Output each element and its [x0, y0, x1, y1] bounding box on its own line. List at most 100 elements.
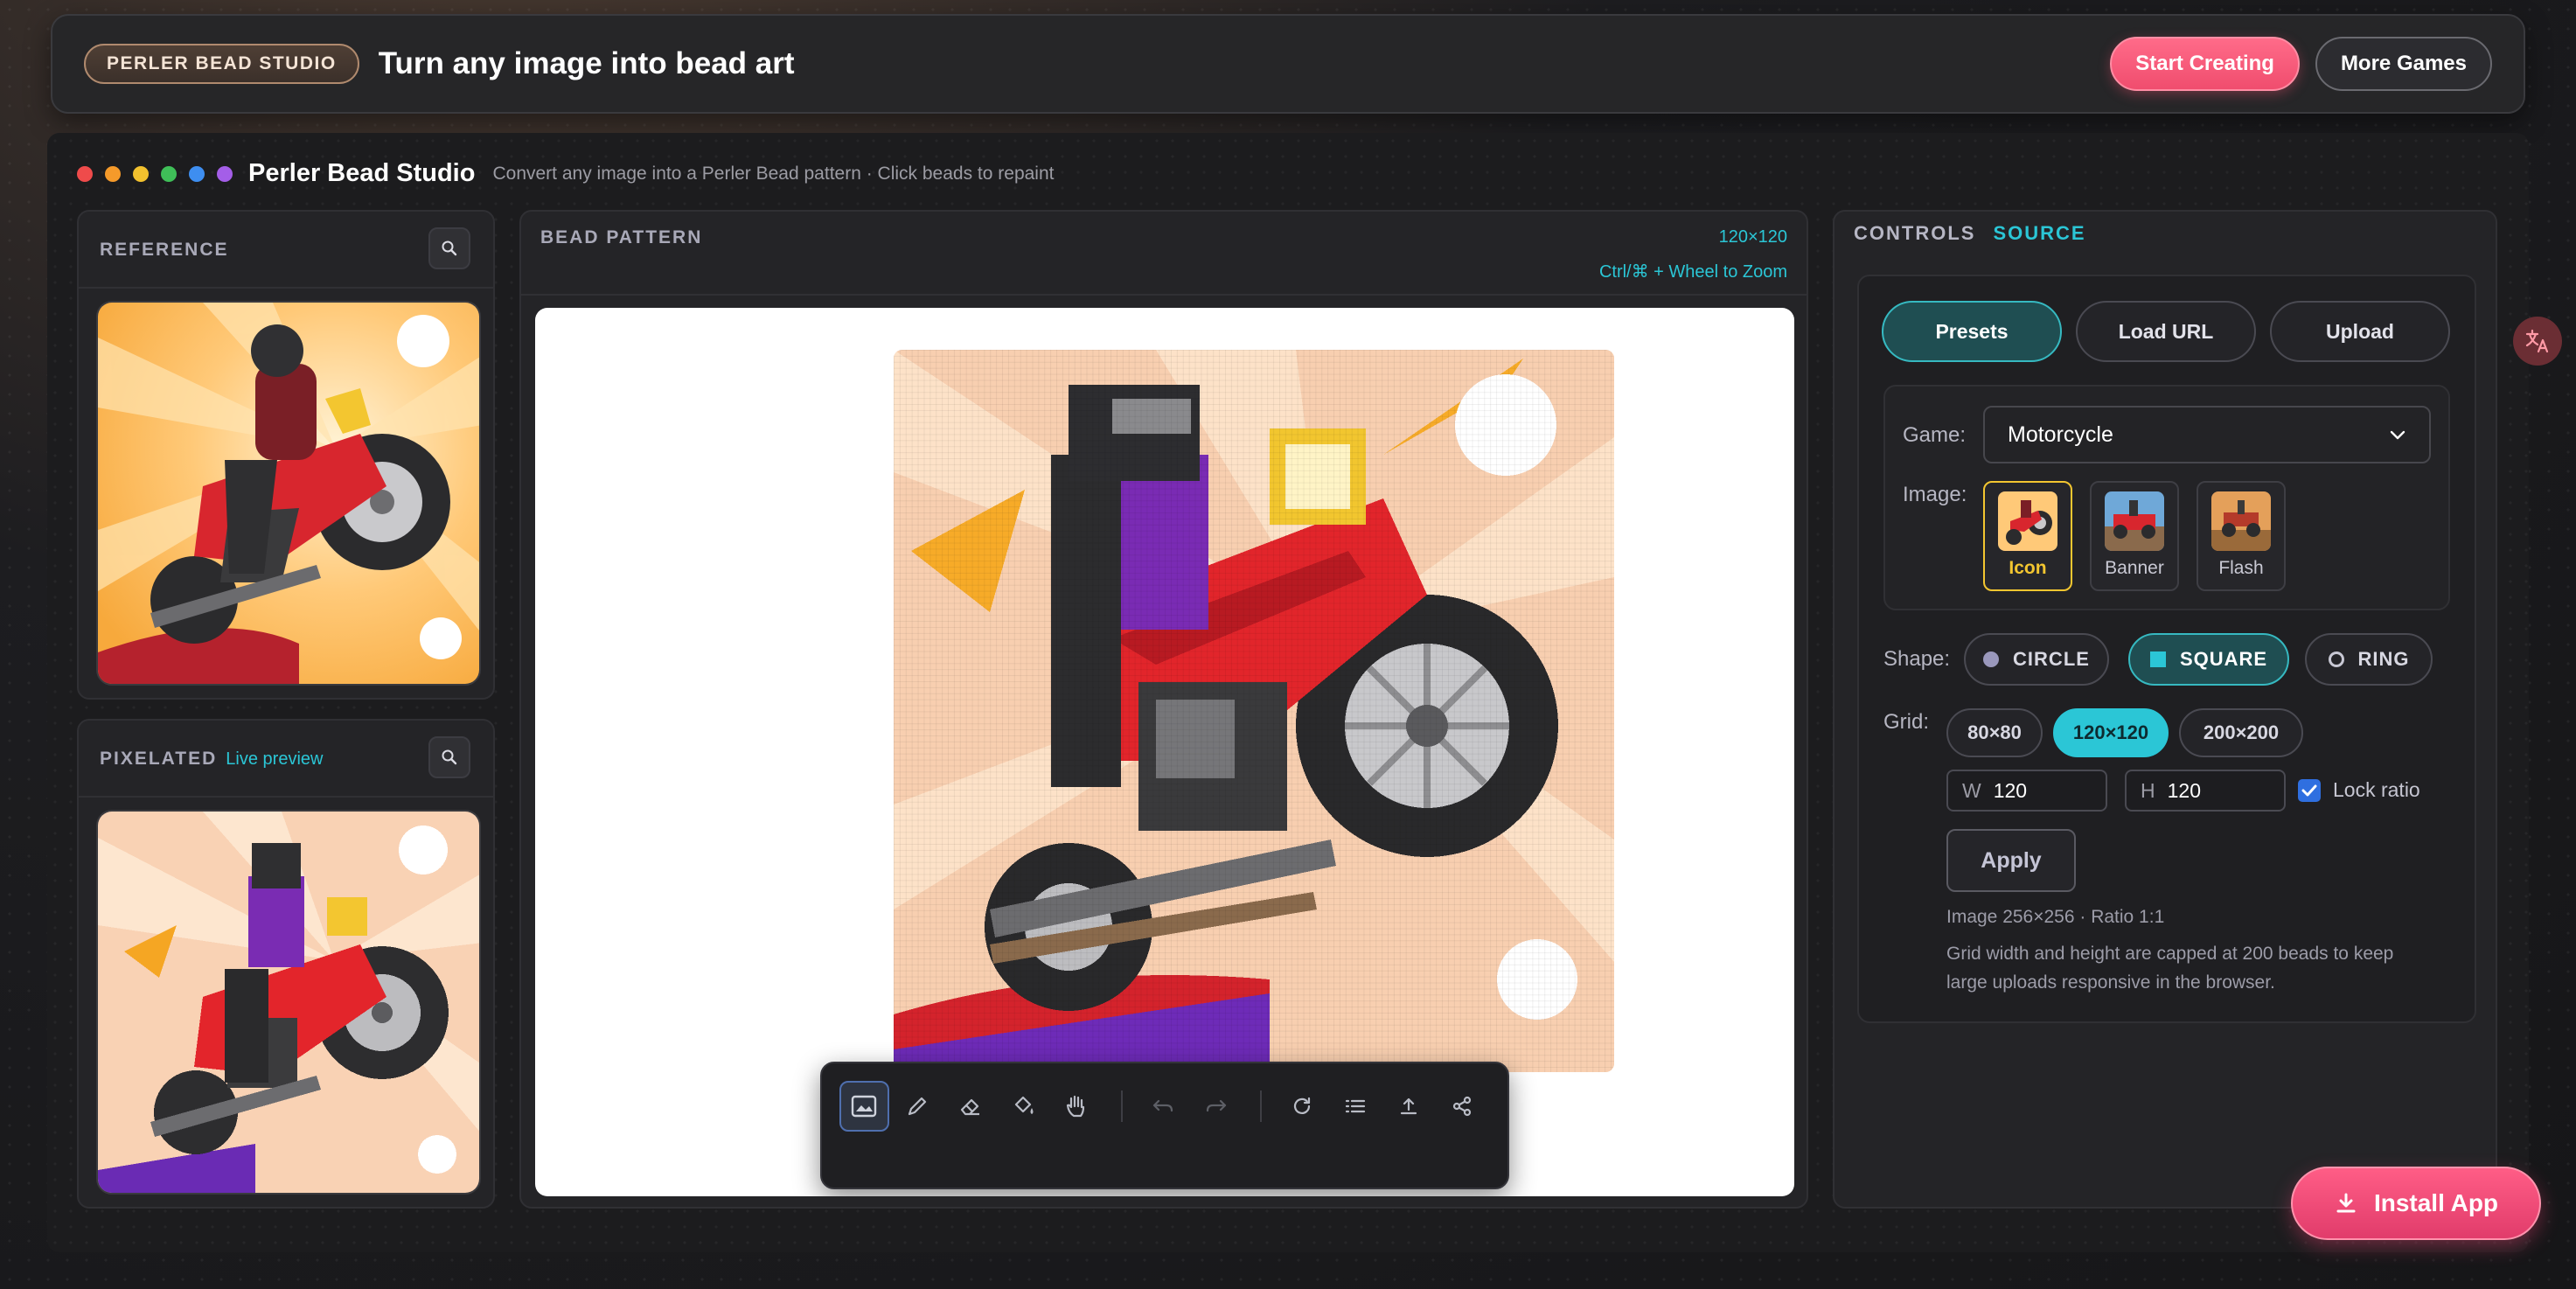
redo-button[interactable] — [1191, 1081, 1241, 1132]
share-icon — [1452, 1096, 1471, 1117]
banner-title: Turn any image into bead art — [378, 46, 795, 80]
zoom-hint: Ctrl/⌘ + Wheel to Zoom — [1598, 262, 1787, 282]
chevron-down-icon — [2390, 430, 2405, 440]
shape-label: Shape: — [1883, 647, 1951, 671]
lock-ratio-label: Lock ratio — [2333, 778, 2420, 801]
list-icon — [1346, 1099, 1366, 1113]
share-button[interactable] — [1437, 1081, 1486, 1132]
pattern-size: 120×120 — [1718, 227, 1787, 247]
pencil-icon — [909, 1097, 927, 1116]
bead-pattern-panel: BEAD PATTERN 120×120 Ctrl/⌘ + Wheel to Z… — [519, 210, 1808, 1209]
shape-circle-button[interactable]: CIRCLE — [1964, 633, 2109, 686]
upload-button[interactable]: Upload — [2270, 301, 2450, 362]
eraser-icon — [960, 1098, 979, 1116]
reference-panel: REFERENCE — [77, 210, 495, 700]
shape-ring-label: RING — [2357, 648, 2410, 670]
tab-controls[interactable]: CONTROLS — [1854, 222, 1975, 245]
bead-canvas[interactable] — [535, 308, 1794, 1196]
app-header: Perler Bead Studio Convert any image int… — [77, 159, 1054, 188]
start-creating-button[interactable]: Start Creating — [2110, 37, 2300, 91]
reset-button[interactable] — [1278, 1081, 1327, 1132]
pan-tool[interactable] — [1052, 1081, 1102, 1132]
checkmark-icon — [2301, 784, 2317, 796]
bead-pattern-image[interactable] — [894, 350, 1614, 1072]
width-label: W — [1962, 778, 1981, 802]
image-tool[interactable] — [839, 1081, 889, 1132]
lock-ratio-toggle[interactable]: Lock ratio — [2298, 778, 2420, 802]
color-dot-green — [161, 165, 177, 182]
image-option-label: Icon — [2009, 558, 2047, 578]
color-dot-blue — [189, 165, 205, 182]
fill-bucket-icon — [1014, 1096, 1034, 1114]
live-preview-badge: Live preview — [226, 749, 324, 769]
presets-button[interactable]: Presets — [1882, 301, 2062, 362]
translate-icon — [2525, 329, 2549, 353]
image-option-icon[interactable]: Icon — [1983, 481, 2072, 591]
tab-source[interactable]: SOURCE — [1993, 222, 2085, 245]
pencil-tool[interactable] — [893, 1081, 943, 1132]
translate-button[interactable] — [2513, 317, 2562, 366]
shape-circle-label: CIRCLE — [2013, 648, 2090, 670]
grid-cap-note-line-2: large uploads responsive in the browser. — [1946, 972, 2275, 993]
color-dot-red — [77, 165, 93, 182]
eraser-tool[interactable] — [946, 1081, 996, 1132]
refresh-icon — [1294, 1097, 1311, 1114]
pixelated-label: PIXELATED — [100, 749, 218, 769]
game-label: Game: — [1903, 423, 1967, 447]
color-dot-orange — [105, 165, 121, 182]
pixelated-image — [96, 810, 481, 1195]
redo-icon — [1206, 1099, 1226, 1112]
app-subtitle: Convert any image into a Perler Bead pat… — [492, 163, 1055, 184]
preset-card: Game: Motorcycle Image: Icon Banner Flas… — [1883, 385, 2450, 610]
shape-ring-button[interactable]: RING — [2305, 633, 2433, 686]
more-games-button[interactable]: More Games — [2315, 37, 2492, 91]
width-value: 120 — [1993, 778, 2028, 802]
grid-width-field[interactable]: W 120 — [1946, 770, 2107, 812]
install-app-button[interactable]: Install App — [2291, 1167, 2541, 1240]
color-dot-yellow — [133, 165, 149, 182]
export-icon — [1400, 1097, 1417, 1115]
grid-label: Grid: — [1883, 710, 1930, 734]
image-option-flash[interactable]: Flash — [2197, 481, 2286, 591]
lock-ratio-checkbox[interactable] — [2298, 778, 2321, 802]
reference-zoom-button[interactable] — [428, 227, 470, 269]
height-label: H — [2141, 778, 2155, 802]
image-option-label: Flash — [2218, 558, 2264, 578]
controls-tabs: CONTROLS SOURCE — [1854, 222, 2086, 245]
export-button[interactable] — [1384, 1081, 1434, 1132]
grid-200-button[interactable]: 200×200 — [2179, 708, 2303, 757]
grid-height-field[interactable]: H 120 — [2125, 770, 2286, 812]
icon-thumbnail — [1998, 491, 2057, 551]
reference-label: REFERENCE — [100, 240, 229, 260]
square-icon — [2149, 651, 2166, 667]
shape-square-label: SQUARE — [2179, 648, 2268, 670]
banner-thumbnail — [2105, 491, 2164, 551]
reference-image — [96, 301, 481, 686]
fill-tool[interactable] — [999, 1081, 1048, 1132]
game-select[interactable]: Motorcycle — [1983, 406, 2431, 463]
undo-button[interactable] — [1138, 1081, 1188, 1132]
app-name: Perler Bead Studio — [248, 159, 476, 187]
height-value: 120 — [2167, 778, 2201, 802]
circle-icon — [1983, 651, 2000, 667]
hand-icon — [1067, 1095, 1085, 1118]
grid-120-button[interactable]: 120×120 — [2053, 708, 2169, 757]
bead-list-button[interactable] — [1331, 1081, 1381, 1132]
editor-toolbar — [820, 1062, 1509, 1189]
image-option-banner[interactable]: Banner — [2090, 481, 2179, 591]
game-select-value: Motorcycle — [2008, 422, 2113, 447]
undo-icon — [1152, 1099, 1173, 1112]
image-label: Image: — [1903, 483, 1967, 506]
pixelated-zoom-button[interactable] — [428, 736, 470, 778]
shape-square-button[interactable]: SQUARE — [2128, 633, 2289, 686]
apply-button[interactable]: Apply — [1946, 829, 2076, 892]
download-icon — [2336, 1193, 2356, 1213]
grid-80-button[interactable]: 80×80 — [1946, 708, 2043, 757]
brand-badge: PERLER BEAD STUDIO — [84, 44, 359, 84]
grid-cap-note-line-1: Grid width and height are capped at 200 … — [1946, 944, 2394, 964]
image-info: Image 256×256 · Ratio 1:1 — [1946, 907, 2165, 927]
image-icon — [852, 1095, 877, 1118]
ring-icon — [2328, 651, 2344, 667]
load-url-button[interactable]: Load URL — [2076, 301, 2256, 362]
pixelated-panel: PIXELATED Live preview — [77, 719, 495, 1209]
